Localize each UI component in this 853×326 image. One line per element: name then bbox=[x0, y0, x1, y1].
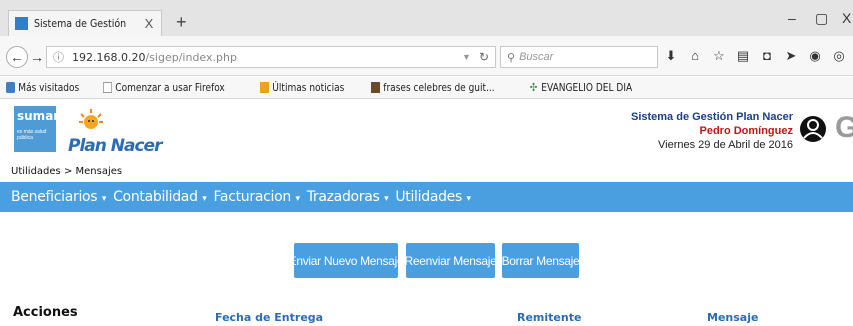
sumar-logo: sumar es más salud pública bbox=[14, 106, 60, 152]
sumar-logo-title: sumar bbox=[17, 109, 60, 123]
system-title: Sistema de Gestión Plan Nacer bbox=[630, 111, 793, 123]
user-info: Sistema de Gestión Plan Nacer Pedro Domí… bbox=[631, 110, 793, 152]
bookmark-noticias[interactable]: Últimas noticias bbox=[259, 81, 345, 94]
caret-down-icon: ▾ bbox=[99, 194, 107, 204]
reload-icon[interactable]: ↻ bbox=[479, 50, 489, 64]
close-window-icon[interactable]: X bbox=[842, 10, 851, 26]
menu-label: Utilidades bbox=[395, 189, 462, 205]
photo-icon bbox=[370, 82, 380, 93]
send-new-message-button[interactable]: Enviar Nuevo Mensaje bbox=[289, 243, 404, 278]
minimize-icon[interactable]: – bbox=[788, 10, 796, 26]
url-dropdown-icon[interactable]: ▼ bbox=[462, 52, 471, 62]
url-path: /sigep/index.php bbox=[145, 50, 237, 64]
send-icon[interactable]: ➤ bbox=[784, 48, 798, 64]
caret-down-icon: ▾ bbox=[381, 194, 389, 204]
delete-message-button[interactable]: Borrar Mensaje bbox=[502, 243, 580, 278]
main-menu: Beneficiarios ▾ Contabilidad ▾ Facturaci… bbox=[0, 182, 853, 212]
resend-message-button[interactable]: Reenviar Mensaje bbox=[405, 243, 497, 278]
browser-tab-bar: Sistema de Gestión Plan N... X + – ▢ X bbox=[0, 0, 853, 36]
breadcrumb: Utilidades > Mensajes bbox=[11, 166, 123, 177]
bookmark-label: EVANGELIO DEL DIA bbox=[541, 81, 633, 94]
search-placeholder: Buscar bbox=[519, 51, 554, 63]
bookmark-label: Últimas noticias bbox=[272, 81, 345, 94]
sumar-logo-subtitle: es más salud pública bbox=[17, 129, 47, 141]
menu-label: Contabilidad bbox=[113, 189, 198, 205]
cross-icon: ✣ bbox=[530, 81, 538, 94]
g-logo-icon: G bbox=[835, 111, 853, 144]
bookmark-label: Más visitados bbox=[18, 81, 80, 94]
plan-nacer-logo: Plan Nacer bbox=[68, 136, 162, 156]
menu-label: Facturacion bbox=[213, 189, 291, 205]
browser-toolbar: ⬇ ⌂ ☆ ▤ ◘ ➤ ◉ ◎ ≡ bbox=[664, 48, 853, 64]
column-header-fecha[interactable]: Fecha de Entrega bbox=[215, 311, 323, 324]
menu-utilidades[interactable]: Utilidades ▾ bbox=[395, 189, 472, 205]
bookmark-evangelio[interactable]: ✣ EVANGELIO DEL DIA bbox=[529, 81, 632, 94]
menu-contabilidad[interactable]: Contabilidad ▾ bbox=[113, 189, 207, 205]
pocket-icon[interactable]: ◘ bbox=[760, 48, 774, 64]
browser-nav-bar: ← → ⓘ 192.168.0.20/sigep/index.php ▼ ↻ ⚲… bbox=[0, 36, 853, 76]
menu-label: Trazadoras bbox=[306, 189, 380, 205]
browser-tab[interactable]: Sistema de Gestión Plan N... X bbox=[8, 10, 162, 36]
close-tab-icon[interactable]: X bbox=[143, 16, 155, 31]
bookmark-frases[interactable]: frases celebres de guit... bbox=[370, 81, 495, 94]
rss-icon bbox=[259, 82, 269, 93]
caret-down-icon: ▾ bbox=[464, 194, 472, 204]
bookmark-star-icon[interactable]: ☆ bbox=[712, 48, 726, 64]
sun-mascot-icon bbox=[79, 109, 103, 129]
bookmark-mas-visitados[interactable]: Más visitados bbox=[6, 81, 79, 94]
column-header-remitente[interactable]: Remitente bbox=[517, 311, 581, 324]
menu-trazadoras[interactable]: Trazadoras ▾ bbox=[307, 189, 389, 205]
column-header-mensaje[interactable]: Mensaje bbox=[707, 311, 758, 324]
bookmark-label: frases celebres de guit... bbox=[382, 81, 495, 94]
search-icon: ⚲ bbox=[507, 51, 516, 64]
menu-label: Beneficiarios bbox=[11, 189, 98, 205]
column-header-acciones: Acciones bbox=[13, 305, 78, 320]
tab-title: Sistema de Gestión Plan N... bbox=[34, 17, 128, 30]
site-info-icon[interactable]: ⓘ bbox=[53, 49, 64, 65]
addon-icon[interactable]: ◎ bbox=[832, 48, 846, 64]
current-date: Viernes 29 de Abril de 2016 bbox=[658, 139, 793, 151]
caret-down-icon: ▾ bbox=[292, 194, 300, 204]
forward-arrow-icon[interactable]: → bbox=[30, 49, 44, 65]
nav-arrows: ← → bbox=[6, 46, 44, 68]
globe-icon bbox=[6, 82, 16, 93]
search-box[interactable]: ⚲ Buscar bbox=[500, 46, 658, 68]
url-text: 192.168.0.20/sigep/index.php bbox=[72, 51, 462, 64]
caret-down-icon: ▾ bbox=[199, 194, 207, 204]
menu-facturacion[interactable]: Facturacion ▾ bbox=[213, 189, 300, 205]
user-name[interactable]: Pedro Domínguez bbox=[631, 124, 793, 138]
download-icon[interactable]: ⬇ bbox=[664, 48, 678, 64]
new-tab-button[interactable]: + bbox=[176, 13, 187, 31]
restore-icon[interactable]: ▢ bbox=[815, 10, 828, 27]
bookmarks-bar: Más visitados Comenzar a usar Firefox Úl… bbox=[0, 77, 853, 99]
address-bar[interactable]: ⓘ 192.168.0.20/sigep/index.php ▼ ↻ bbox=[46, 46, 496, 68]
back-arrow-icon[interactable]: ← bbox=[6, 46, 28, 68]
bookmark-firefox[interactable]: Comenzar a usar Firefox bbox=[103, 81, 225, 94]
favicon-icon bbox=[15, 17, 28, 30]
menu-beneficiarios[interactable]: Beneficiarios ▾ bbox=[11, 189, 106, 205]
sync-icon[interactable]: ◉ bbox=[808, 48, 822, 64]
page-icon bbox=[103, 82, 113, 93]
user-avatar-icon[interactable] bbox=[799, 115, 827, 143]
reader-icon[interactable]: ▤ bbox=[736, 48, 750, 64]
url-host: 192.168.0.20 bbox=[72, 50, 146, 64]
home-icon[interactable]: ⌂ bbox=[688, 48, 702, 64]
bookmark-label: Comenzar a usar Firefox bbox=[115, 81, 226, 94]
